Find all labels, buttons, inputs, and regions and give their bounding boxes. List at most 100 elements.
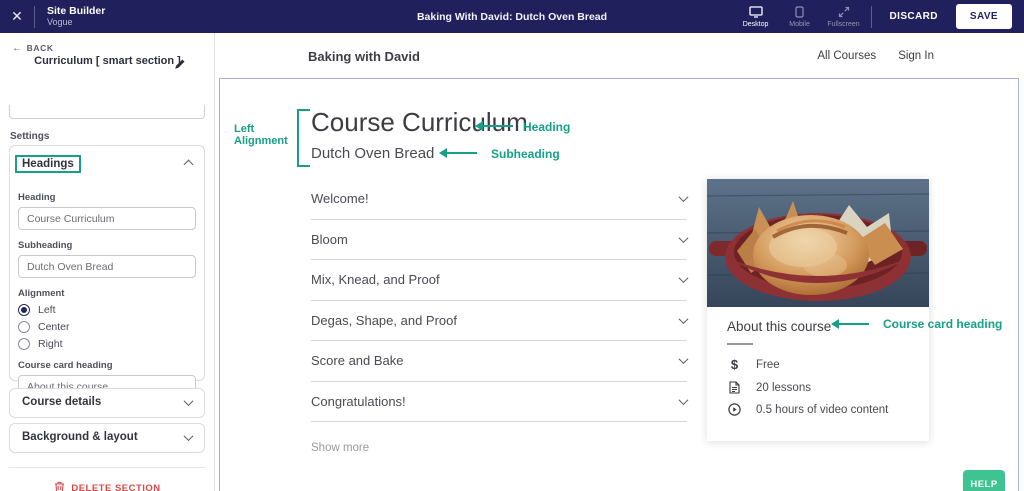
document-icon [727, 381, 742, 394]
radio-unselected-icon [18, 321, 30, 333]
edit-pencil-icon[interactable] [174, 57, 186, 75]
fullscreen-label: Fullscreen [827, 21, 859, 28]
alignment-bracket-annotation [297, 109, 310, 167]
preview-site-name[interactable]: Baking with David [308, 49, 420, 64]
subheading-input[interactable]: Dutch Oven Bread [18, 255, 196, 278]
fullscreen-toggle[interactable]: Fullscreen [827, 6, 861, 28]
show-more-link[interactable]: Show more [311, 442, 369, 454]
app-brand: Site Builder Vogue [35, 5, 117, 27]
chevron-down-icon [679, 192, 689, 202]
nav-all-courses-link[interactable]: All Courses [817, 50, 876, 62]
course-price: Free [756, 359, 780, 371]
chevron-down-icon [679, 395, 689, 405]
background-layout-title: Background & layout [22, 431, 138, 443]
settings-sidebar: ←BACK Curriculum [ smart section ] Setti… [0, 33, 215, 491]
play-circle-icon [727, 403, 742, 416]
alignment-radio-center[interactable]: Center [18, 321, 196, 333]
chevron-down-icon [679, 273, 689, 283]
radio-selected-icon [18, 304, 30, 316]
desktop-toggle[interactable]: Desktop [739, 6, 773, 28]
background-layout-header[interactable]: Background & layout [10, 424, 204, 450]
background-layout-panel: Background & layout [9, 423, 205, 453]
lesson-title: Welcome! [311, 191, 369, 206]
course-lessons-count: 20 lessons [756, 382, 811, 394]
lesson-title: Mix, Knead, and Proof [311, 272, 440, 287]
close-icon[interactable]: ✕ [0, 0, 34, 33]
lesson-title: Score and Bake [311, 353, 404, 368]
headings-panel-header[interactable]: Headings [10, 146, 204, 182]
course-card-row-lessons: 20 lessons [727, 381, 909, 394]
alignment-radio-right[interactable]: Right [18, 338, 196, 350]
preview-subheading: Dutch Oven Bread [311, 145, 434, 162]
trash-icon [54, 481, 65, 491]
discard-button[interactable]: DISCARD [882, 5, 946, 28]
delete-section-button[interactable]: DELETE SECTION [0, 481, 214, 491]
app-subtitle: Vogue [47, 17, 105, 27]
chevron-down-icon [184, 396, 194, 406]
course-card-heading: About this course [727, 319, 909, 334]
save-button[interactable]: SAVE [956, 4, 1012, 29]
lesson-row[interactable]: Congratulations! [311, 382, 687, 423]
help-button[interactable]: HELP [963, 470, 1005, 491]
chevron-down-icon [679, 233, 689, 243]
heading-annotation: Heading [523, 121, 570, 134]
desktop-icon [749, 6, 763, 20]
top-bar: ✕ Site Builder Vogue Baking With David: … [0, 0, 1024, 33]
left-alignment-annotation: Left Alignment [234, 123, 294, 147]
subheading-arrow-annotation [439, 148, 477, 158]
dollar-icon: $ [727, 357, 742, 372]
course-card-row-price: $ Free [727, 357, 909, 372]
subheading-field-label: Subheading [18, 240, 196, 251]
lesson-title: Bloom [311, 232, 348, 247]
mobile-toggle[interactable]: Mobile [783, 6, 817, 28]
lesson-title: Congratulations! [311, 394, 406, 409]
sidebar-divider [9, 467, 205, 468]
back-label: BACK [27, 43, 54, 53]
fullscreen-icon [838, 6, 850, 20]
chevron-down-icon [679, 354, 689, 364]
alignment-field-label: Alignment [18, 288, 196, 299]
alignment-option-label: Right [38, 338, 63, 350]
course-card-row-video: 0.5 hours of video content [727, 403, 909, 416]
headings-panel: Headings Heading Course Curriculum Subhe… [9, 145, 205, 381]
clipped-input[interactable] [9, 105, 205, 119]
heading-arrow-annotation [475, 121, 513, 131]
back-link[interactable]: ← BACK [12, 43, 54, 54]
lesson-row[interactable]: Bloom [311, 220, 687, 261]
settings-group-label: Settings [10, 131, 49, 142]
course-details-title: Course details [22, 396, 101, 408]
lesson-title: Degas, Shape, and Proof [311, 313, 457, 328]
alignment-option-label: Left [38, 304, 56, 316]
mobile-icon [795, 6, 804, 20]
lesson-row[interactable]: Welcome! [311, 179, 687, 220]
curriculum-section[interactable]: Left Alignment Course Curriculum Heading… [219, 78, 1019, 491]
course-card: About this course $ Free 20 lessons [707, 179, 929, 441]
course-details-header[interactable]: Course details [10, 389, 204, 415]
lesson-accordion: Welcome! Bloom Mix, Knead, and Proof Deg… [311, 179, 687, 422]
lesson-row[interactable]: Score and Bake [311, 341, 687, 382]
mobile-label: Mobile [789, 21, 810, 28]
nav-sign-in-link[interactable]: Sign In [898, 50, 934, 62]
chevron-down-icon [679, 314, 689, 324]
course-card-divider [727, 343, 753, 345]
headings-panel-title: Headings [15, 155, 81, 173]
course-video-hours: 0.5 hours of video content [756, 404, 888, 416]
app-title: Site Builder [47, 5, 105, 17]
chevron-up-icon [184, 159, 194, 169]
topbar-divider [871, 6, 872, 28]
desktop-label: Desktop [743, 21, 769, 28]
course-image-bread-in-dutch-oven [707, 179, 929, 307]
radio-unselected-icon [18, 338, 30, 350]
heading-input[interactable]: Course Curriculum [18, 207, 196, 230]
alignment-radio-left[interactable]: Left [18, 304, 196, 316]
sidebar-scroll-area[interactable]: Settings Headings Heading Course Curricu… [0, 105, 214, 491]
course-details-panel: Course details [9, 388, 205, 418]
back-arrow-icon: ← [12, 43, 23, 54]
course-card-heading-arrow-annotation [831, 319, 869, 329]
heading-field-label: Heading [18, 192, 196, 203]
lesson-row[interactable]: Mix, Knead, and Proof [311, 260, 687, 301]
delete-section-label: DELETE SECTION [71, 483, 160, 491]
lesson-row[interactable]: Degas, Shape, and Proof [311, 301, 687, 342]
course-card-heading-field-label: Course card heading [18, 360, 196, 371]
alignment-option-label: Center [38, 321, 70, 333]
